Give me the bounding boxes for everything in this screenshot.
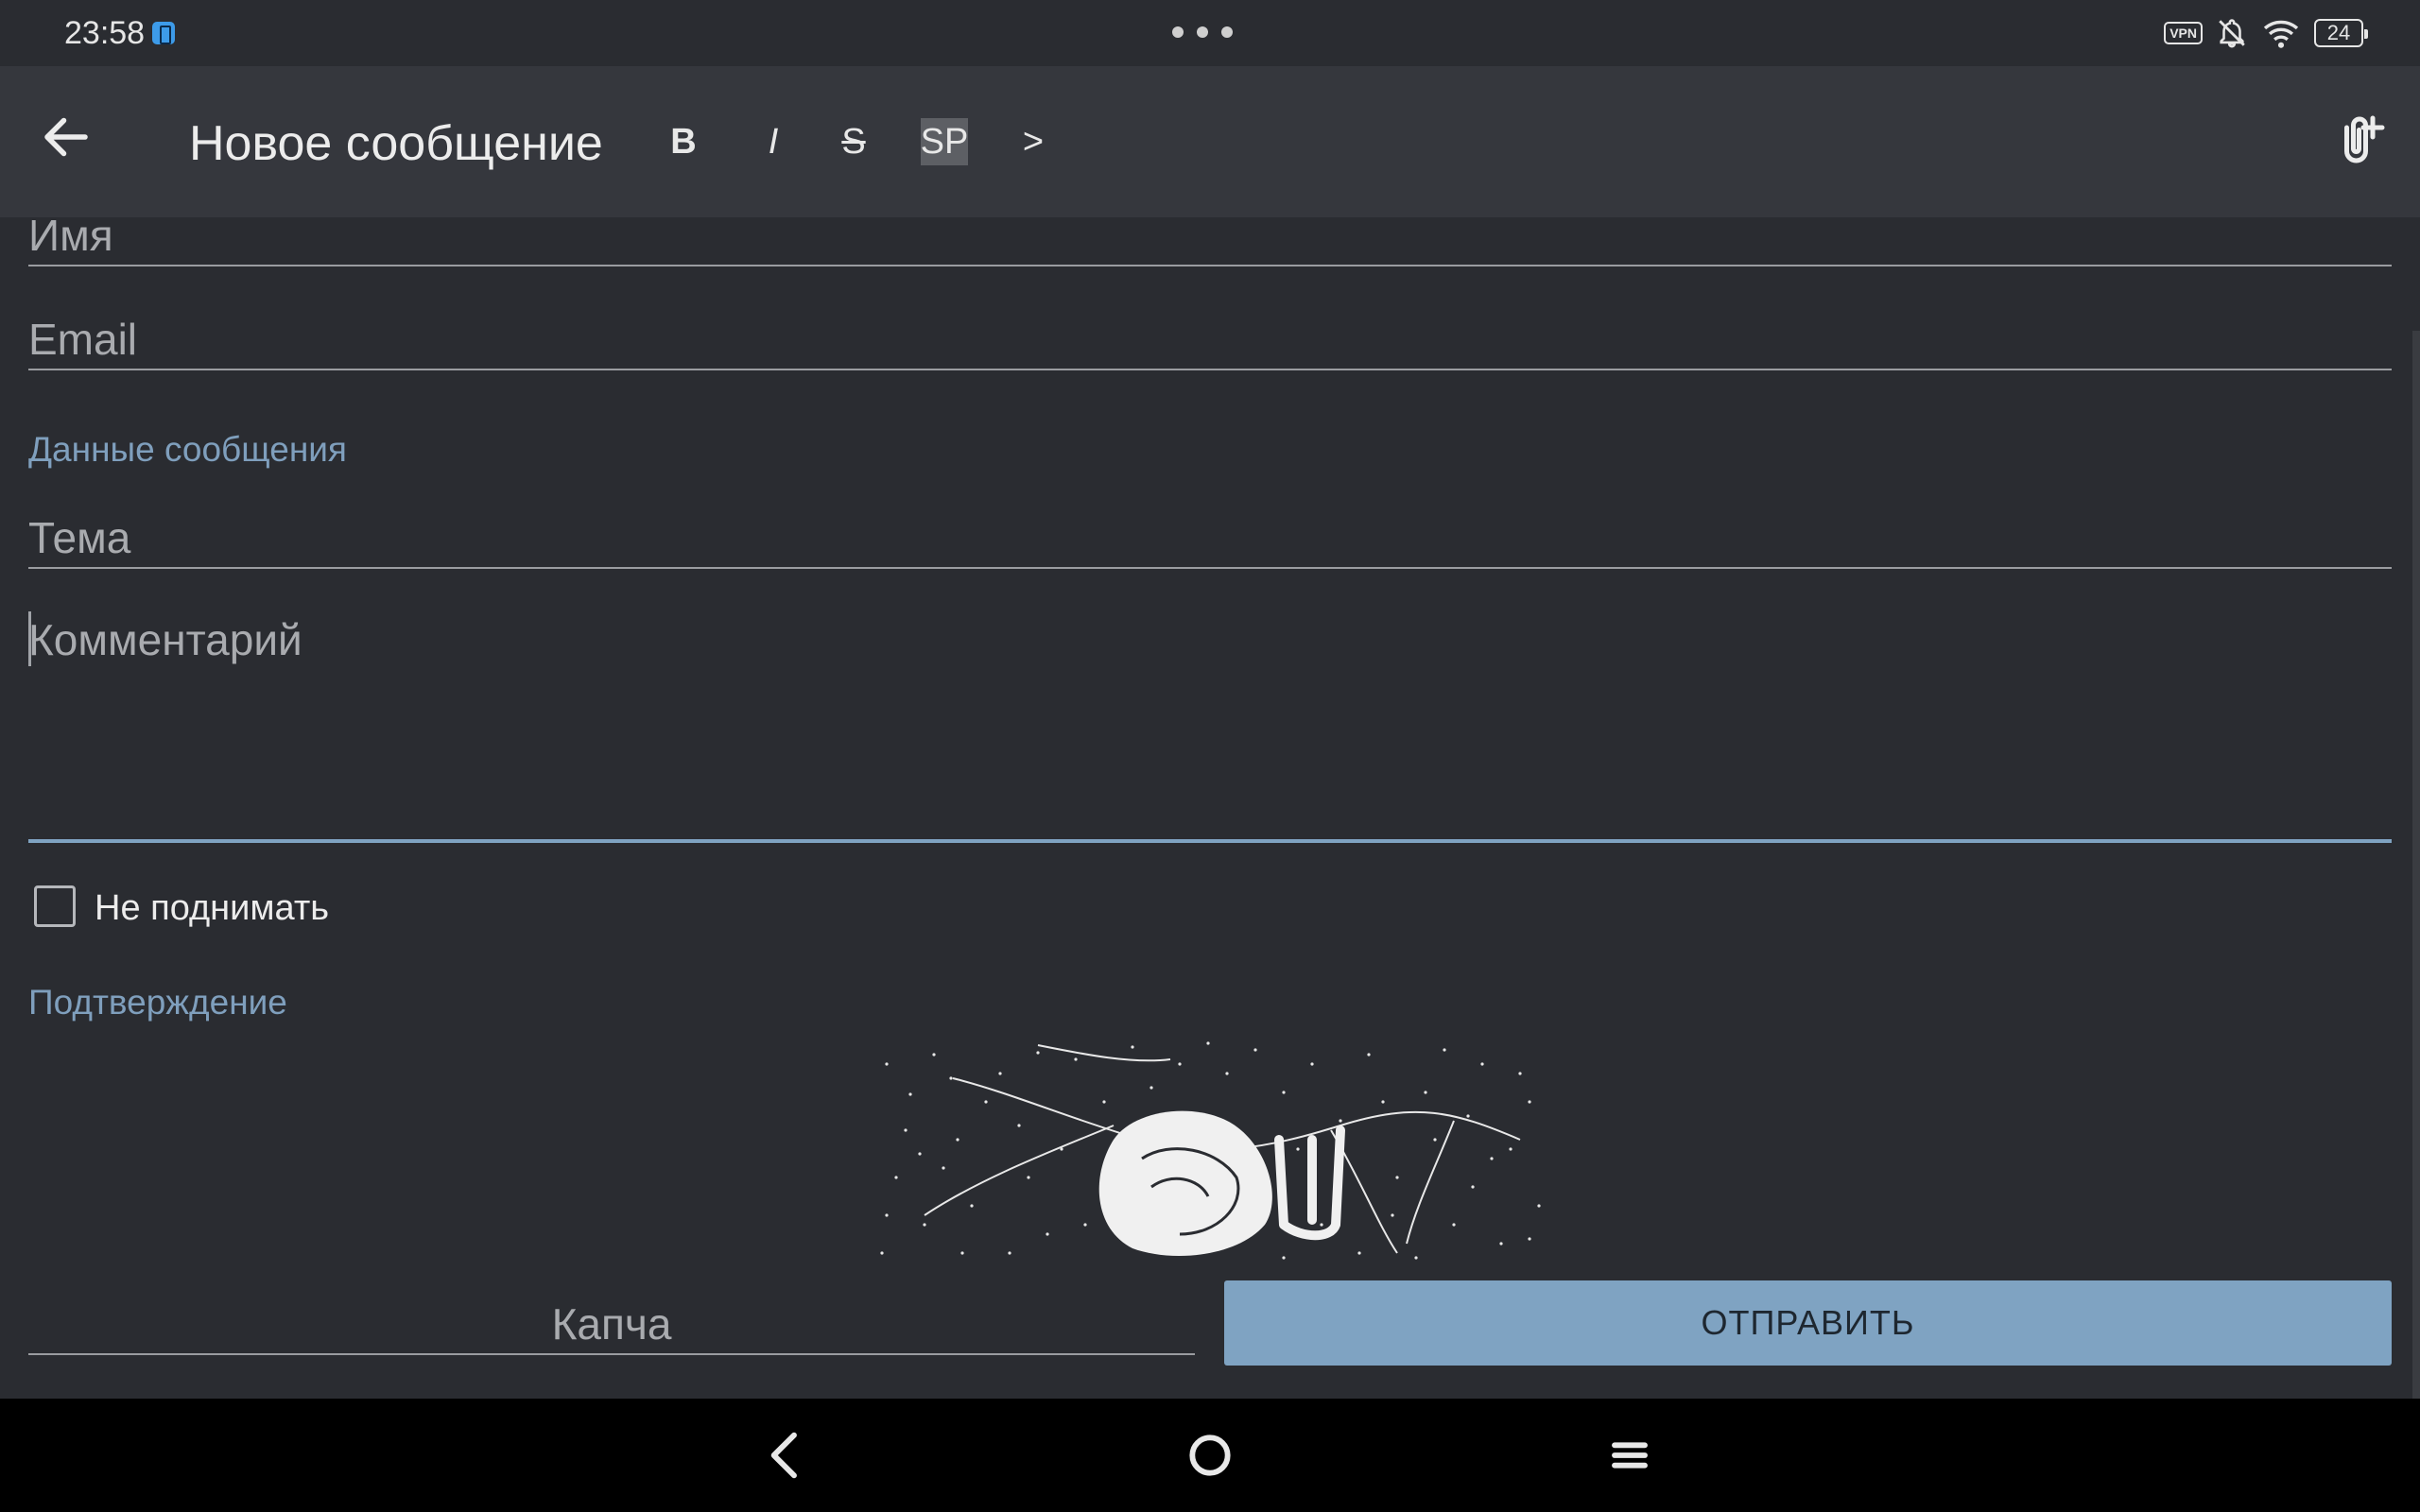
section-confirmation: Подтверждение bbox=[28, 983, 287, 1022]
nav-home-button[interactable] bbox=[1180, 1425, 1240, 1486]
app-bar: Новое сообщение B I S SP > bbox=[0, 66, 2420, 217]
nav-menu-button[interactable] bbox=[1599, 1425, 1660, 1486]
home-circle-icon bbox=[1189, 1435, 1231, 1476]
status-bar: 23:58 VPN 24 bbox=[0, 0, 2420, 66]
comment-field-underline bbox=[28, 839, 2392, 843]
chevron-left-icon bbox=[770, 1432, 797, 1479]
subject-field[interactable]: Тема bbox=[28, 512, 130, 563]
comment-field[interactable]: Комментарий bbox=[28, 614, 302, 665]
bold-button[interactable]: B bbox=[662, 118, 705, 165]
submit-button[interactable]: ОТПРАВИТЬ bbox=[1224, 1280, 2392, 1366]
wifi-icon bbox=[2263, 20, 2299, 48]
spoiler-button[interactable]: SP bbox=[921, 118, 968, 165]
paperclip-plus-icon bbox=[2344, 115, 2385, 163]
section-message-data: Данные сообщения bbox=[28, 430, 347, 469]
battery-icon: 24 bbox=[2314, 19, 2368, 47]
menu-icon bbox=[1612, 1442, 1648, 1469]
scrollbar[interactable] bbox=[2412, 331, 2420, 1399]
captcha-input-underline bbox=[28, 1353, 1195, 1355]
arrow-left-icon bbox=[44, 117, 88, 157]
captcha-input[interactable]: Капча bbox=[28, 1298, 1195, 1349]
email-field[interactable]: Email bbox=[28, 314, 137, 365]
bell-off-icon bbox=[2219, 19, 2245, 48]
back-button[interactable] bbox=[38, 109, 95, 165]
captcha-image[interactable] bbox=[868, 1036, 1550, 1266]
system-nav-bar bbox=[0, 1399, 2420, 1512]
page-title: Новое сообщение bbox=[189, 116, 603, 171]
email-field-underline bbox=[28, 369, 2392, 370]
nav-back-button[interactable] bbox=[756, 1425, 817, 1486]
subject-field-underline bbox=[28, 567, 2392, 569]
vpn-icon: VPN bbox=[2164, 22, 2203, 44]
status-time: 23:58 bbox=[64, 15, 146, 51]
quote-button[interactable]: > bbox=[1011, 118, 1055, 165]
name-field[interactable]: Имя bbox=[28, 210, 113, 261]
no-bump-label[interactable]: Не поднимать bbox=[95, 888, 329, 929]
attach-button[interactable] bbox=[2325, 109, 2392, 175]
name-field-underline bbox=[28, 265, 2392, 266]
strikethrough-button[interactable]: S bbox=[832, 118, 875, 165]
more-dots-icon bbox=[1172, 26, 1233, 38]
status-icons: VPN 24 bbox=[2164, 17, 2368, 49]
no-bump-checkbox[interactable] bbox=[34, 885, 76, 927]
notification-badge-icon bbox=[152, 22, 175, 44]
italic-button[interactable]: I bbox=[752, 118, 795, 165]
